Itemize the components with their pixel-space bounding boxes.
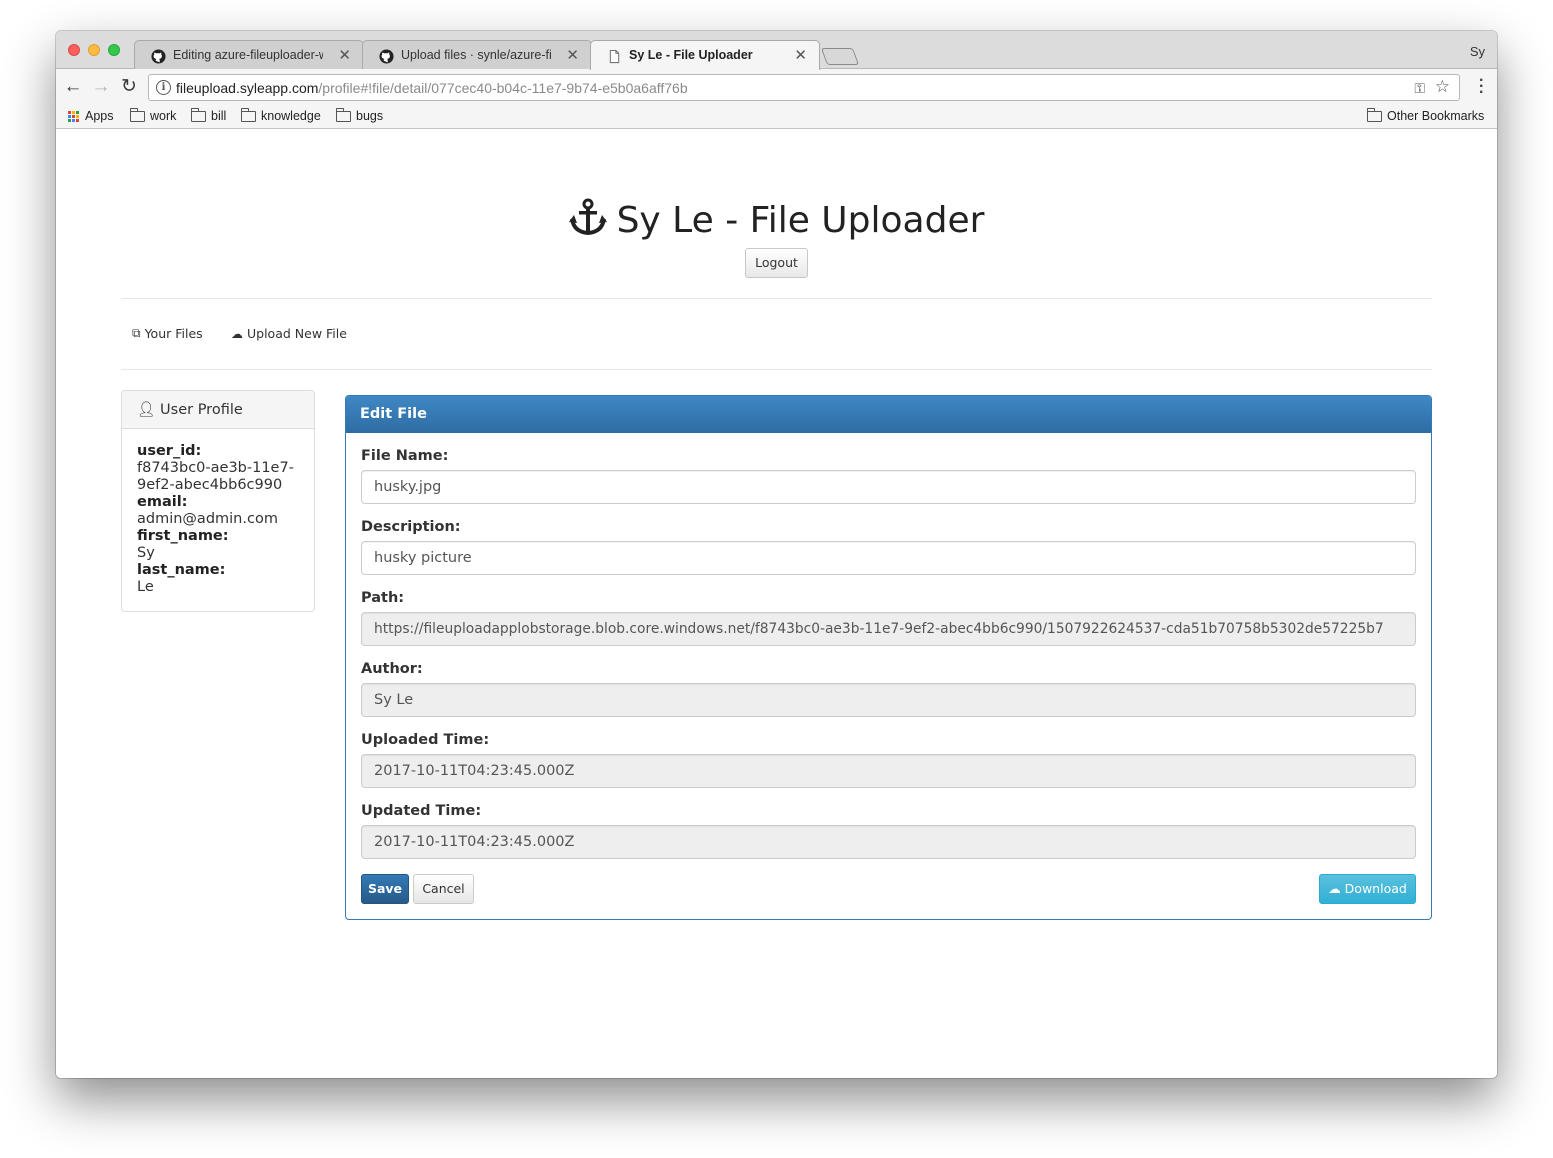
logout-button[interactable]: Logout — [745, 248, 808, 278]
close-window-button[interactable] — [68, 44, 80, 56]
save-button[interactable]: Save — [361, 874, 409, 904]
bookmark-label: bugs — [356, 109, 384, 123]
folder-icon — [241, 107, 256, 122]
edit-file-heading: Edit File — [346, 396, 1431, 433]
tab-editing-azure-fileuploader[interactable]: Editing azure-fileuploader-web ✕ — [134, 40, 364, 69]
nav-upload-new-file[interactable]: ☁ Upload New File — [231, 326, 347, 341]
updated-time-field[interactable]: 2017-10-11T04:23:45.000Z — [361, 825, 1416, 859]
bookmark-label: work — [150, 109, 177, 123]
page-title-text: Sy Le - File Uploader — [616, 200, 985, 241]
close-tab-icon[interactable]: ✕ — [794, 46, 807, 64]
page-title: Sy Le - File Uploader — [56, 198, 1497, 241]
user-id-value: f8743bc0-ae3b-11e7-9ef2-abec4bb6c990 — [137, 460, 294, 493]
file-name-input[interactable]: husky.jpg — [361, 470, 1416, 504]
browser-toolbar: ← → ↻ i fileupload.syleapp.com/profile#!… — [56, 69, 1497, 106]
author-field[interactable]: Sy Le — [361, 683, 1416, 717]
bookmark-apps[interactable]: Apps — [68, 109, 114, 123]
tab-title: Editing azure-fileuploader-web — [173, 48, 323, 62]
cloud-download-icon: ☁ — [1328, 881, 1341, 896]
github-icon — [379, 49, 394, 64]
anchor-icon — [568, 198, 607, 236]
email-label: email: — [137, 494, 188, 510]
folder-icon — [1367, 107, 1382, 122]
info-icon[interactable]: i — [156, 80, 171, 95]
tab-strip: Editing azure-fileuploader-web ✕ Upload … — [56, 31, 1497, 70]
browser-window: Editing azure-fileuploader-web ✕ Upload … — [56, 31, 1497, 1078]
tab-file-uploader[interactable]: Sy Le - File Uploader ✕ — [590, 40, 820, 70]
reload-icon[interactable]: ↻ — [118, 76, 140, 98]
menu-dots-icon[interactable]: · · · — [1479, 73, 1485, 101]
first-name-value: Sy — [137, 545, 155, 561]
author-label: Author: — [361, 661, 423, 677]
uploaded-time-label: Uploaded Time: — [361, 732, 490, 748]
last-name-label: last_name: — [137, 562, 226, 578]
folder-icon — [191, 107, 206, 122]
url-text[interactable]: fileupload.syleapp.com/profile#!file/det… — [176, 80, 688, 96]
first-name-label: first_name: — [137, 528, 229, 544]
path-field[interactable]: https://fileuploadapplobstorage.blob.cor… — [361, 612, 1416, 646]
bookmark-other-bookmarks[interactable]: Other Bookmarks — [1367, 107, 1485, 123]
back-arrow-icon[interactable]: ← — [62, 76, 84, 98]
user-profile-heading: 👤︎ User Profile — [122, 391, 314, 429]
bookmark-knowledge[interactable]: knowledge — [241, 107, 321, 123]
last-name-value: Le — [137, 579, 154, 595]
browser-profile-name[interactable]: Sy — [1470, 44, 1485, 59]
close-tab-icon[interactable]: ✕ — [338, 46, 351, 64]
nav-your-files-label: Your Files — [144, 326, 203, 341]
page-icon — [609, 49, 620, 64]
uploaded-time-field[interactable]: 2017-10-11T04:23:45.000Z — [361, 754, 1416, 788]
bookmarks-bar: Apps work bill knowledge bugs Other Book… — [56, 106, 1497, 129]
cloud-upload-icon: ☁ — [231, 326, 243, 341]
user-profile-body: user_id: f8743bc0-ae3b-11e7-9ef2-abec4bb… — [122, 429, 314, 610]
tab-title: Upload files · synle/azure-fileu — [401, 48, 551, 62]
cancel-button[interactable]: Cancel — [413, 874, 474, 904]
bookmark-label: Apps — [85, 109, 114, 123]
github-icon — [151, 49, 166, 64]
nav-upload-new-file-label: Upload New File — [247, 326, 347, 341]
url-host: fileupload.syleapp.com — [176, 80, 319, 96]
bookmark-label: Other Bookmarks — [1387, 109, 1485, 123]
description-label: Description: — [361, 519, 461, 535]
url-path: /profile#!file/detail/077cec40-b04c-11e7… — [318, 80, 688, 96]
user-id-label: user_id: — [137, 443, 202, 459]
files-icon: ⧉ — [132, 326, 141, 340]
divider — [121, 369, 1432, 370]
minimize-window-button[interactable] — [88, 44, 100, 56]
tab-title: Sy Le - File Uploader — [629, 48, 753, 62]
file-name-label: File Name: — [361, 448, 449, 464]
maximize-window-button[interactable] — [108, 44, 120, 56]
bookmark-label: knowledge — [261, 109, 321, 123]
path-label: Path: — [361, 590, 405, 606]
forward-arrow-icon[interactable]: → — [90, 76, 112, 98]
email-value: admin@admin.com — [137, 511, 278, 527]
user-profile-heading-text: User Profile — [160, 402, 243, 418]
bookmark-work[interactable]: work — [130, 107, 177, 123]
download-button[interactable]: ☁ Download — [1319, 874, 1416, 904]
bookmark-label: bill — [211, 109, 227, 123]
nav-your-files[interactable]: ⧉ Your Files — [132, 326, 203, 341]
tab-upload-files[interactable]: Upload files · synle/azure-fileu ✕ — [362, 40, 592, 69]
download-label: Download — [1344, 881, 1407, 896]
new-tab-button[interactable] — [820, 48, 860, 65]
star-icon[interactable]: ☆ — [1435, 77, 1450, 97]
page-content: Sy Le - File Uploader Logout ⧉ Your File… — [56, 130, 1497, 1078]
user-profile-panel: 👤︎ User Profile user_id: f8743bc0-ae3b-1… — [121, 390, 315, 612]
folder-icon — [130, 107, 145, 122]
folder-icon — [336, 107, 351, 122]
edit-file-panel: Edit File File Name: husky.jpg Descripti… — [345, 395, 1432, 920]
updated-time-label: Updated Time: — [361, 803, 482, 819]
key-icon[interactable]: ⚿ — [1414, 80, 1425, 97]
user-icon: 👤︎ — [137, 402, 156, 418]
bookmark-bugs[interactable]: bugs — [336, 107, 384, 123]
apps-icon — [68, 110, 79, 122]
divider — [121, 298, 1432, 299]
description-input[interactable]: husky picture — [361, 541, 1416, 575]
close-tab-icon[interactable]: ✕ — [566, 46, 579, 64]
address-bar[interactable]: i fileupload.syleapp.com/profile#!file/d… — [148, 74, 1460, 101]
bookmark-bill[interactable]: bill — [191, 107, 227, 123]
